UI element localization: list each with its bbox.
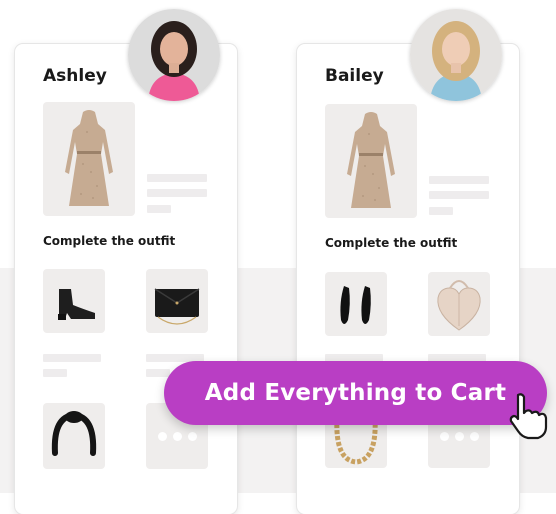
section-label: Complete the outfit bbox=[325, 236, 458, 250]
placeholder-line bbox=[147, 189, 207, 197]
ankle-boot-icon bbox=[58, 289, 95, 320]
outfit-card-bailey: Bailey Complete the outfit bbox=[297, 44, 519, 514]
placeholder-line bbox=[147, 205, 171, 213]
card-title: Ashley bbox=[43, 66, 107, 86]
hand-cursor-icon bbox=[509, 393, 548, 440]
outfit-item[interactable] bbox=[325, 272, 387, 336]
placeholder-line bbox=[147, 174, 207, 182]
avatar bbox=[128, 9, 220, 101]
placeholder-line bbox=[43, 369, 67, 377]
card-title: Bailey bbox=[325, 66, 384, 86]
add-everything-to-cart-button[interactable]: Add Everything to Cart bbox=[164, 361, 547, 425]
clutch-bag-icon bbox=[154, 288, 200, 325]
placeholder-line bbox=[43, 354, 101, 362]
flat-shoes-icon bbox=[340, 286, 371, 324]
outfit-card-ashley: Ashley Complete the outfit bbox=[15, 44, 237, 514]
product-thumbnail[interactable] bbox=[43, 102, 135, 216]
outfit-item[interactable] bbox=[43, 269, 105, 333]
avatar bbox=[410, 9, 502, 101]
dress-icon bbox=[65, 110, 113, 206]
outfit-item[interactable] bbox=[428, 272, 490, 336]
dress-icon bbox=[347, 112, 395, 208]
avatar-photo-icon bbox=[410, 9, 502, 101]
outfit-item[interactable] bbox=[146, 269, 208, 333]
placeholder-line bbox=[429, 176, 489, 184]
outfit-item[interactable] bbox=[43, 403, 105, 469]
placeholder-line bbox=[429, 191, 489, 199]
placeholder-line bbox=[146, 369, 170, 377]
placeholder-line bbox=[429, 207, 453, 215]
headband-icon bbox=[51, 411, 97, 456]
section-label: Complete the outfit bbox=[43, 234, 176, 248]
avatar-photo-icon bbox=[128, 9, 220, 101]
heart-bag-icon bbox=[437, 280, 481, 331]
product-thumbnail[interactable] bbox=[325, 104, 417, 218]
